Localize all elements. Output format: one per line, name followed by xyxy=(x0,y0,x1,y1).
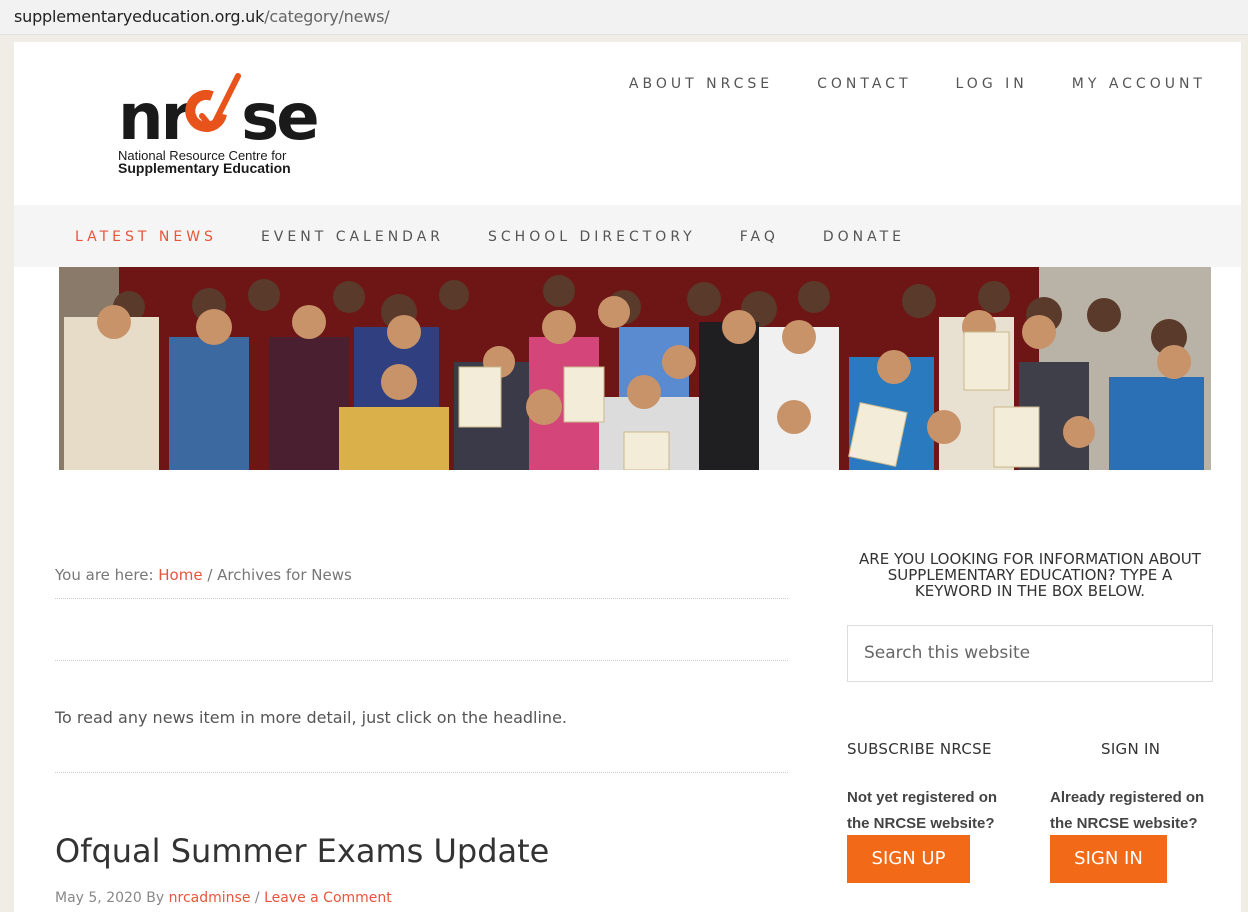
site-logo[interactable]: nr se National Resource Centre for Supple… xyxy=(118,72,320,177)
subscribe-title: SUBSCRIBE NRCSE xyxy=(847,740,992,758)
divider xyxy=(55,660,788,661)
sidebar-search-heading: ARE YOU LOOKING FOR INFORMATION ABOUT SU… xyxy=(859,550,1201,600)
post-date: May 5, 2020 xyxy=(55,890,142,906)
hero-photo-illustration xyxy=(59,267,1211,470)
logo-subtitle: National Resource Centre for Supplementa… xyxy=(118,149,291,175)
hero-group-photo xyxy=(59,267,1211,470)
url-domain: supplementaryeducation.org.uk xyxy=(14,7,265,26)
signin-widget: SIGN IN Already registered on the NRCSE … xyxy=(1050,740,1220,883)
main-nav-donate[interactable]: DONATE xyxy=(823,229,905,245)
divider xyxy=(55,598,788,599)
post-title-link[interactable]: Ofqual Summer Exams Update xyxy=(55,832,549,870)
signin-title: SIGN IN xyxy=(1101,740,1161,758)
news-intro-text: To read any news item in more detail, ju… xyxy=(55,708,567,727)
leave-comment-link[interactable]: Leave a Comment xyxy=(264,890,392,906)
post-author-link[interactable]: nrcadminse xyxy=(169,890,251,906)
logo-checkmark-icon xyxy=(185,73,241,132)
divider xyxy=(55,772,788,773)
logo-word-part1: nr xyxy=(118,81,192,155)
top-nav-login[interactable]: LOG IN xyxy=(956,76,1028,92)
breadcrumb-home-link[interactable]: Home xyxy=(158,566,202,584)
search-box xyxy=(847,625,1213,682)
top-navigation: ABOUT NRCSE CONTACT LOG IN MY ACCOUNT xyxy=(629,76,1206,92)
signin-text: Already registered on the NRCSE website? xyxy=(1050,789,1205,832)
url-text[interactable]: supplementaryeducation.org.uk/category/n… xyxy=(14,7,390,26)
post-meta-separator: / xyxy=(250,890,265,906)
sidebar: ARE YOU LOOKING FOR INFORMATION ABOUT SU… xyxy=(847,482,1213,912)
logo-word-part2: se xyxy=(241,81,319,155)
top-nav-contact[interactable]: CONTACT xyxy=(817,76,911,92)
browser-url-bar[interactable]: supplementaryeducation.org.uk/category/n… xyxy=(0,0,1248,35)
main-nav-event-calendar[interactable]: EVENT CALENDAR xyxy=(261,229,444,245)
breadcrumb-prefix: You are here: xyxy=(55,566,159,584)
url-path: /category/news/ xyxy=(264,7,390,26)
main-nav-faq[interactable]: FAQ xyxy=(740,229,779,245)
main-nav-school-directory[interactable]: SCHOOL DIRECTORY xyxy=(488,229,696,245)
breadcrumb: You are here: Home / Archives for News xyxy=(55,566,352,584)
post-meta: May 5, 2020 By nrcadminse / Leave a Comm… xyxy=(55,890,392,906)
site-header: nr se National Resource Centre for Supple… xyxy=(14,42,1241,205)
logo-subtitle-line2: Supplementary Education xyxy=(118,160,291,176)
subscribe-widget: SUBSCRIBE NRCSE Not yet registered on th… xyxy=(847,740,1017,883)
breadcrumb-separator: / xyxy=(202,566,218,584)
subscribe-text: Not yet registered on the NRCSE website? xyxy=(847,789,998,832)
page: nr se National Resource Centre for Supple… xyxy=(14,42,1241,912)
main-navigation: LATEST NEWS EVENT CALENDAR SCHOOL DIRECT… xyxy=(14,205,1241,267)
breadcrumb-current: Archives for News xyxy=(217,566,352,584)
main-content: You are here: Home / Archives for News T… xyxy=(55,482,788,912)
sign-in-button[interactable]: SIGN IN xyxy=(1050,835,1167,883)
main-nav-latest-news[interactable]: LATEST NEWS xyxy=(75,229,217,245)
sign-up-button[interactable]: SIGN UP xyxy=(847,835,970,883)
post-by-label: By xyxy=(141,890,169,906)
top-nav-about[interactable]: ABOUT NRCSE xyxy=(629,76,773,92)
search-input[interactable] xyxy=(848,626,1194,679)
top-nav-my-account[interactable]: MY ACCOUNT xyxy=(1072,76,1206,92)
